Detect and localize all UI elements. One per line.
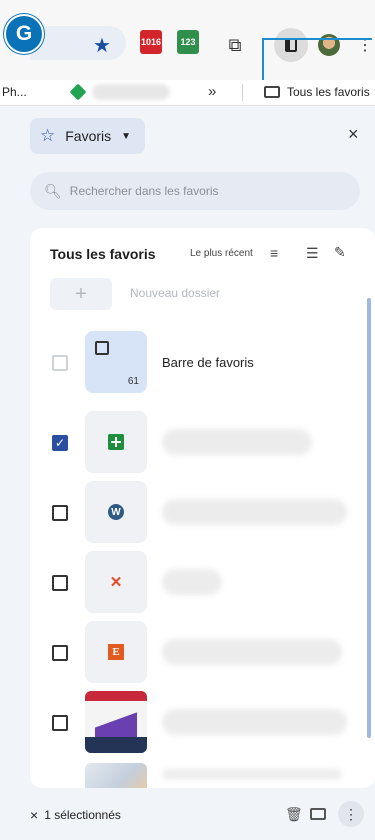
search-input[interactable]: 🔍︎ Rechercher dans les favoris (30, 172, 360, 210)
all-bookmarks-folder[interactable]: Tous les favoris (287, 85, 370, 99)
article-thumbnail[interactable] (85, 763, 147, 788)
selection-footer: × 1 sélectionnés 🗑︎ ⋮ (30, 796, 364, 834)
list-item-label[interactable]: Barre de favoris (162, 355, 254, 370)
step-badge: G (4, 14, 44, 54)
blurred-title[interactable] (162, 769, 342, 779)
annotation-line (262, 38, 372, 40)
bookmarks-list-card: Tous les favoris Le plus récent ≡ ☰ ✎ + … (30, 228, 375, 788)
clear-selection-button[interactable]: × (30, 807, 38, 823)
blurred-title[interactable] (162, 499, 347, 525)
blurred-title[interactable] (162, 639, 342, 665)
checkbox-checked[interactable]: ✓ (52, 435, 68, 451)
favicon-tile[interactable] (85, 411, 147, 473)
list-item[interactable]: ✕ (30, 551, 375, 615)
calendar-red-icon[interactable]: 1016 (140, 30, 162, 54)
scrollbar[interactable] (367, 298, 371, 738)
new-folder-button[interactable]: + (50, 278, 112, 310)
divider (242, 84, 243, 101)
google-sheets-icon (108, 434, 124, 450)
thumbnail-chart (95, 707, 137, 737)
new-folder-label: Nouveau dossier (130, 286, 221, 300)
side-panel-icon (285, 38, 297, 52)
close-panel-button[interactable]: × (348, 124, 359, 145)
etsy-icon: E (108, 644, 124, 660)
folder-icon (95, 341, 109, 355)
search-placeholder: Rechercher dans les favoris (69, 184, 219, 198)
list-item[interactable] (30, 763, 375, 788)
checkbox[interactable] (52, 715, 68, 731)
bookmark-overflow-button[interactable]: » (208, 83, 216, 100)
article-thumbnail[interactable] (85, 691, 147, 753)
bookmark-item[interactable]: Ph... (2, 85, 27, 99)
sort-label[interactable]: Le plus récent (190, 248, 253, 259)
sort-icon[interactable]: ≡ (270, 245, 278, 261)
bookmarks-side-panel: ☆ Favoris ▼ × 🔍︎ Rechercher dans les fav… (0, 106, 375, 840)
panel-selector-label: Favoris (65, 128, 112, 144)
checkbox[interactable] (52, 575, 68, 591)
checkbox[interactable] (52, 645, 68, 661)
folder-count: 61 (127, 376, 139, 387)
list-title: Tous les favoris (50, 246, 156, 262)
bookmark-favicon[interactable] (69, 83, 87, 101)
list-item[interactable]: 61 Barre de favoris (30, 331, 375, 395)
list-item[interactable]: ✓ (30, 411, 375, 475)
star-icon[interactable]: ★ (92, 34, 112, 57)
wordpress-icon: W (108, 504, 124, 520)
blurred-title[interactable] (162, 429, 312, 455)
favicon-tile[interactable]: E (85, 621, 147, 683)
list-view-icon[interactable]: ☰ (306, 245, 319, 262)
calendar-green-icon[interactable]: 123 (177, 30, 199, 54)
edit-icon[interactable]: ✎ (334, 244, 346, 261)
list-item[interactable]: E (30, 621, 375, 685)
move-to-folder-icon[interactable] (310, 808, 326, 820)
search-icon: 🔍︎ (44, 182, 62, 199)
side-panel-button[interactable] (274, 28, 308, 62)
browser-toolbar: ★ 1016 123 ⧉ ⋮ (0, 0, 375, 98)
trash-icon[interactable]: 🗑︎ (285, 806, 303, 823)
bookmark-bar: Ph... » Tous les favoris (0, 80, 375, 106)
favicon-tile[interactable]: ✕ (85, 551, 147, 613)
blurred-title[interactable] (162, 569, 222, 595)
calendar-red-text: 1016 (140, 37, 162, 47)
bookmark-item-blurred[interactable] (92, 84, 170, 100)
star-icon: ☆ (40, 126, 56, 145)
caret-down-icon: ▼ (121, 130, 132, 142)
folder-icon[interactable] (264, 86, 280, 98)
calendar-green-text: 123 (180, 37, 196, 47)
panel-selector-button[interactable]: ☆ Favoris ▼ (30, 118, 146, 154)
blurred-title[interactable] (162, 709, 347, 735)
puzzle-icon[interactable]: ⧉ (225, 34, 245, 56)
list-item[interactable] (30, 691, 375, 755)
list-item[interactable]: W (30, 481, 375, 545)
favicon-tile[interactable]: W (85, 481, 147, 543)
checkbox[interactable] (52, 505, 68, 521)
selection-count: 1 sélectionnés (44, 808, 121, 822)
more-options-button[interactable]: ⋮ (338, 801, 364, 827)
folder-tile[interactable]: 61 (85, 331, 147, 393)
checkbox[interactable] (52, 355, 68, 371)
joomla-icon: ✕ (109, 574, 123, 591)
